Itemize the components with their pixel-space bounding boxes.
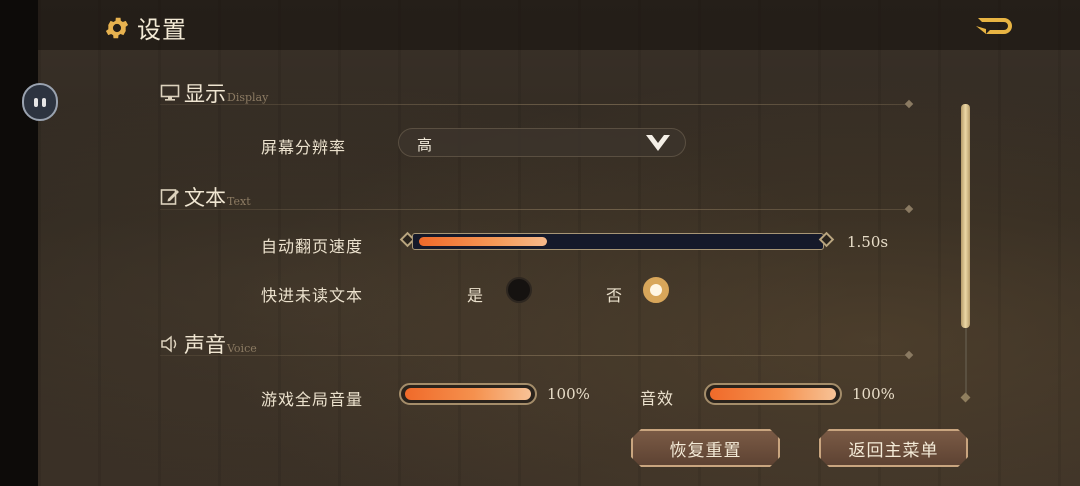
edit-icon — [160, 189, 179, 205]
sfx-label: 音效 — [640, 389, 675, 408]
fast-forward-no-radio[interactable] — [643, 277, 669, 303]
resolution-label: 屏幕分辨率 — [261, 138, 347, 157]
auto-page-speed-slider[interactable] — [399, 231, 836, 252]
resolution-value: 高 — [417, 136, 433, 154]
text-heading-en: Text — [227, 195, 251, 208]
no-label: 否 — [606, 286, 624, 305]
voice-divider — [160, 355, 908, 356]
main-menu-button[interactable]: 返回主菜单 — [819, 429, 968, 467]
fast-forward-label: 快进未读文本 — [261, 286, 364, 305]
auto-page-label: 自动翻页速度 — [261, 237, 364, 256]
master-volume-label: 游戏全局音量 — [261, 390, 364, 409]
yes-label: 是 — [467, 286, 485, 305]
sfx-volume-value: 100% — [852, 385, 895, 403]
reset-button[interactable]: 恢复重置 — [631, 429, 780, 467]
auto-page-value: 1.50s — [847, 233, 889, 251]
fast-forward-yes-radio[interactable] — [506, 277, 532, 303]
display-heading-en: Display — [227, 91, 269, 104]
left-edge — [0, 0, 38, 486]
title-text: 设置 — [137, 16, 187, 44]
text-heading: 文本 — [184, 186, 226, 210]
master-volume-value: 100% — [547, 385, 590, 403]
sfx-volume-fill — [710, 388, 836, 400]
gear-icon — [105, 17, 129, 38]
master-volume-slider[interactable] — [399, 383, 537, 405]
floating-assistant-button[interactable] — [22, 83, 58, 121]
text-divider — [160, 209, 908, 210]
header-bar — [38, 0, 1080, 50]
voice-heading-en: Voice — [227, 342, 257, 355]
speaker-icon — [161, 335, 177, 353]
display-divider — [160, 104, 908, 105]
text-section-heading: 文本 Text — [160, 182, 251, 212]
back-arrow-icon[interactable] — [974, 14, 1018, 38]
master-volume-fill — [405, 388, 531, 400]
resolution-dropdown[interactable]: 高 — [398, 128, 686, 157]
scrollbar-thumb[interactable] — [961, 104, 970, 328]
sfx-volume-slider[interactable] — [704, 383, 842, 405]
page-title: 设置 — [103, 10, 187, 45]
monitor-icon — [160, 84, 180, 101]
floating-dot — [42, 97, 46, 107]
floating-dot — [34, 97, 38, 107]
chevron-down-icon — [646, 135, 670, 151]
auto-page-fill — [419, 237, 547, 246]
auto-page-track — [412, 233, 824, 250]
